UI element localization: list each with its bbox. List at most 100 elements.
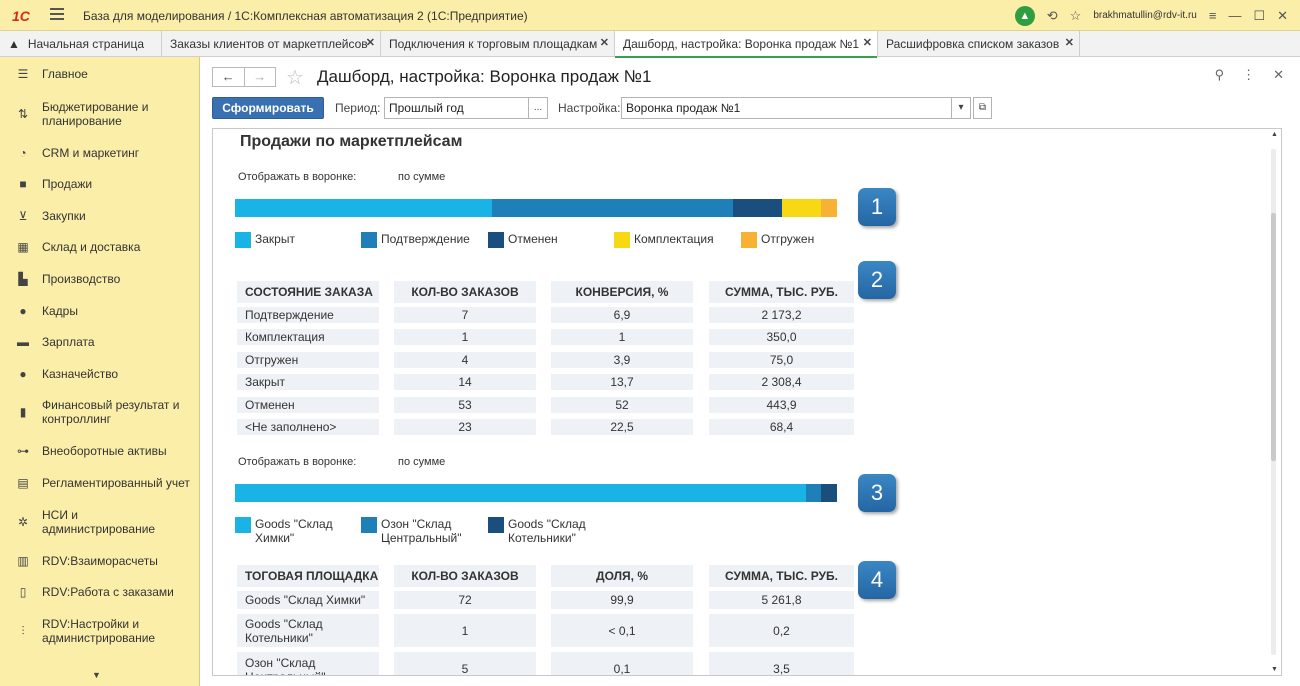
more-icon[interactable]: ⋮ — [1242, 67, 1255, 83]
table1-cell[interactable]: 53 — [394, 397, 536, 413]
tab-home[interactable]: ▲ Начальная страница — [0, 31, 162, 57]
table2-cell[interactable]: < 0,1 — [551, 614, 693, 647]
funnel-segment[interactable] — [733, 199, 783, 217]
sidebar-item-nsi[interactable]: ✲ НСИ и администрирование — [0, 507, 200, 537]
sidebar-item-hr[interactable]: ● Кадры — [0, 303, 200, 319]
sidebar-item-finance[interactable]: ▮ Финансовый результат и контроллинг — [0, 397, 200, 427]
table2-cell[interactable]: 3,5 — [709, 652, 854, 675]
scroll-down-icon[interactable]: ▼ — [1271, 666, 1278, 673]
main-menu-icon[interactable] — [50, 8, 64, 20]
close-tab-icon[interactable]: ✕ — [1065, 36, 1074, 49]
scroll-up-icon[interactable]: ▲ — [1271, 131, 1278, 138]
setting-dropdown-icon[interactable]: ▾ — [951, 97, 971, 119]
table2-cell[interactable]: 0,2 — [709, 614, 854, 647]
funnel-segment[interactable] — [805, 484, 822, 502]
sidebar-item-production[interactable]: ▙ Производство — [0, 271, 200, 287]
back-icon[interactable]: ← — [213, 68, 244, 86]
funnel-segment[interactable] — [821, 484, 837, 502]
favorites-star-icon[interactable]: ☆ — [1070, 8, 1082, 24]
funnel-segment[interactable] — [235, 484, 806, 502]
sidebar-item-sales[interactable]: ■ Продажи — [0, 176, 200, 192]
table1-cell[interactable]: 4 — [394, 352, 536, 368]
report-scrollbar[interactable]: ▲ ▼ — [1267, 129, 1281, 675]
update-icon[interactable]: ▲ — [1014, 5, 1035, 26]
minimize-icon[interactable]: — — [1228, 8, 1241, 23]
table1-cell[interactable]: 350,0 — [709, 329, 854, 345]
table2-cell[interactable]: 0,1 — [551, 652, 693, 675]
table1-cell[interactable]: 14 — [394, 374, 536, 390]
sidebar-item-treasury[interactable]: ● Казначейство — [0, 366, 200, 382]
table1-cell[interactable]: 23 — [394, 419, 536, 435]
sidebar-item-fixed-assets[interactable]: ⊶ Внеоборотные активы — [0, 443, 200, 459]
sidebar-item-regulated[interactable]: ▤ Регламентированный учет — [0, 475, 200, 491]
sidebar-item-rdv-calc[interactable]: ▥ RDV:Взаиморасчеты — [0, 553, 200, 569]
generate-button[interactable]: Сформировать — [212, 97, 324, 119]
tab-dashboard[interactable]: Дашборд, настройка: Воронка продаж №1 ✕ — [615, 31, 878, 58]
table2-cell[interactable]: 5 — [394, 652, 536, 675]
table1-cell[interactable]: <Не заполнено> — [237, 419, 379, 435]
forward-icon[interactable]: → — [243, 68, 276, 86]
sidebar-item-rdv-settings[interactable]: ⫶ RDV:Настройки и администрирование — [0, 616, 200, 646]
sidebar-item-crm[interactable]: ◔ CRM и маркетинг — [0, 145, 200, 161]
callout-badge-2: 2 — [858, 261, 896, 299]
setting-field[interactable]: Воронка продаж №1 — [621, 97, 952, 119]
close-tab-icon[interactable]: ✕ — [863, 36, 872, 49]
tab-connections[interactable]: Подключения к торговым площадкам ✕ — [381, 31, 615, 57]
close-window-icon[interactable]: ✕ — [1277, 8, 1288, 24]
maximize-icon[interactable]: ☐ — [1253, 8, 1265, 24]
scroll-thumb[interactable] — [1271, 213, 1276, 461]
funnel-segment[interactable] — [821, 199, 837, 217]
close-form-icon[interactable]: ✕ — [1273, 67, 1284, 83]
funnel-segment[interactable] — [491, 199, 734, 217]
table1-cell[interactable]: Подтверждение — [237, 307, 379, 323]
title-bar: 1С База для моделирования / 1С:Комплексн… — [0, 0, 1300, 31]
table2-cell[interactable]: Goods "Склад Котельники" — [237, 614, 379, 647]
table1-cell[interactable]: 1 — [394, 329, 536, 345]
sidebar-item-main[interactable]: ☰ Главное — [0, 66, 200, 82]
tab-orders[interactable]: Заказы клиентов от маркетплейсов ✕ — [162, 31, 381, 57]
table2-cell[interactable]: 99,9 — [551, 591, 693, 609]
table1-cell[interactable]: Отменен — [237, 397, 379, 413]
sidebar-scroll-down-icon[interactable]: ▼ — [92, 670, 101, 680]
period-select-button[interactable]: ... — [528, 97, 548, 119]
table1-cell[interactable]: 6,9 — [551, 307, 693, 323]
funnel-segment[interactable] — [235, 199, 492, 217]
close-tab-icon[interactable]: ✕ — [366, 36, 375, 49]
link-icon[interactable]: ⚲ — [1215, 67, 1225, 83]
favorite-star-icon[interactable]: ☆ — [286, 65, 304, 90]
table1-cell[interactable]: 3,9 — [551, 352, 693, 368]
sidebar-item-budget[interactable]: ⇅ Бюджетирование и планирование — [0, 99, 200, 129]
table2-cell[interactable]: 72 — [394, 591, 536, 609]
table1-cell[interactable]: Отгружен — [237, 352, 379, 368]
table1-cell[interactable]: 13,7 — [551, 374, 693, 390]
sidebar-item-salary[interactable]: ▬ Зарплата — [0, 334, 200, 350]
table1-cell[interactable]: 443,9 — [709, 397, 854, 413]
period-field[interactable]: Прошлый год — [384, 97, 529, 119]
table1-cell[interactable]: 75,0 — [709, 352, 854, 368]
table1-cell[interactable]: 2 308,4 — [709, 374, 854, 390]
table1-cell[interactable]: 1 — [551, 329, 693, 345]
table1-cell[interactable]: 22,5 — [551, 419, 693, 435]
sidebar-item-rdv-orders[interactable]: ▯ RDV:Работа с заказами — [0, 584, 200, 600]
table2-cell[interactable]: Goods "Склад Химки" — [237, 591, 379, 609]
legend-swatch — [235, 517, 251, 533]
close-tab-icon[interactable]: ✕ — [600, 36, 609, 49]
sidebar-item-purchases[interactable]: ⊻ Закупки — [0, 208, 200, 224]
table1-cell[interactable]: 52 — [551, 397, 693, 413]
funnel-segment[interactable] — [782, 199, 822, 217]
tab-decoding[interactable]: Расшифровка списком заказов ✕ — [878, 31, 1080, 57]
table1-header-count: КОЛ-ВО ЗАКАЗОВ — [394, 281, 536, 303]
table2-cell[interactable]: 1 — [394, 614, 536, 647]
table2-cell[interactable]: Озон "Склад Центральный" — [237, 652, 379, 675]
sidebar-item-warehouse[interactable]: ▦ Склад и доставка — [0, 239, 200, 255]
table1-cell[interactable]: Закрыт — [237, 374, 379, 390]
table2-cell[interactable]: 5 261,8 — [709, 591, 854, 609]
user-name[interactable]: brakhmatullin@rdv-it.ru — [1093, 10, 1197, 21]
setting-open-icon[interactable]: ⧉ — [973, 97, 992, 119]
table1-cell[interactable]: 7 — [394, 307, 536, 323]
table1-cell[interactable]: Комплектация — [237, 329, 379, 345]
table1-cell[interactable]: 2 173,2 — [709, 307, 854, 323]
table1-cell[interactable]: 68,4 — [709, 419, 854, 435]
history-icon[interactable]: ⟲ — [1047, 8, 1058, 24]
settings-menu-icon[interactable]: ≡ — [1209, 8, 1217, 23]
